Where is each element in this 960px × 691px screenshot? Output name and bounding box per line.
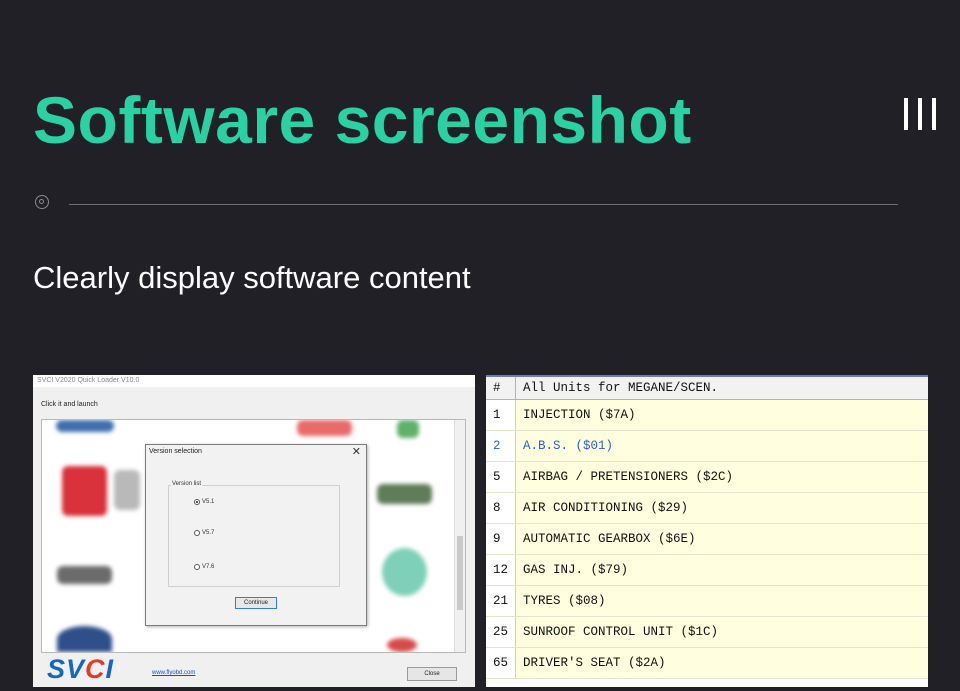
radio-icon: [194, 564, 200, 570]
unit-name: GAS INJ. ($79): [515, 554, 928, 586]
brand-logo-tile[interactable]: [57, 566, 112, 584]
loader-instruction: Click it and launch: [41, 401, 98, 408]
brand-logo-tile[interactable]: [62, 466, 107, 516]
menu-bars-icon[interactable]: [904, 98, 938, 132]
unit-name: DRIVER'S SEAT ($2A): [515, 647, 928, 679]
table-row[interactable]: 21 TYRES ($08): [486, 585, 928, 617]
column-header-units[interactable]: All Units for MEGANE/SCEN.: [515, 377, 928, 400]
continue-button[interactable]: Continue: [235, 597, 277, 609]
brand-logo-tile[interactable]: [377, 484, 432, 504]
radio-label: V5.7: [202, 530, 215, 536]
table-row[interactable]: 9 AUTOMATIC GEARBOX ($6E): [486, 523, 928, 555]
divider: [69, 204, 898, 205]
radio-version-1[interactable]: V5.1: [194, 499, 214, 505]
unit-name: AIR CONDITIONING ($29): [515, 492, 928, 524]
close-icon[interactable]: ✕: [352, 445, 361, 458]
target-circle-icon: [35, 195, 49, 209]
table-row[interactable]: 8 AIR CONDITIONING ($29): [486, 492, 928, 524]
unit-number: 21: [486, 585, 516, 617]
radio-icon: [194, 499, 200, 505]
table-row[interactable]: 5 AIRBAG / PRETENSIONERS ($2C): [486, 461, 928, 493]
unit-number: 5: [486, 461, 516, 493]
radio-icon: [194, 530, 200, 536]
unit-number: 8: [486, 492, 516, 524]
unit-name: TYRES ($08): [515, 585, 928, 617]
version-selection-dialog: Version selection ✕ Version list V5.1 V5…: [145, 444, 367, 626]
page-subtitle: Clearly display software content: [33, 260, 471, 295]
unit-number: 9: [486, 523, 516, 555]
brand-logo-tile[interactable]: [114, 470, 140, 510]
brand-logo-tile[interactable]: [397, 420, 419, 438]
brand-logo-tile[interactable]: [382, 548, 427, 596]
dialog-title: Version selection: [149, 448, 202, 455]
table-row[interactable]: 65 DRIVER'S SEAT ($2A): [486, 647, 928, 679]
radio-version-2[interactable]: V5.7: [194, 530, 214, 536]
radio-version-3[interactable]: V7.6: [194, 564, 214, 570]
brand-logo-tile[interactable]: [387, 638, 417, 652]
brand-logo-tile[interactable]: [57, 626, 112, 652]
table-row[interactable]: 25 SUNROOF CONTROL UNIT ($1C): [486, 616, 928, 648]
unit-number: 2: [486, 430, 516, 462]
unit-number: 65: [486, 647, 516, 679]
unit-name: AIRBAG / PRETENSIONERS ($2C): [515, 461, 928, 493]
radio-label: V7.6: [202, 564, 215, 570]
table-row[interactable]: 2 A.B.S. ($01): [486, 430, 928, 462]
svci-logo: SVCI: [47, 654, 115, 684]
table-row[interactable]: 12 GAS INJ. ($79): [486, 554, 928, 586]
website-link[interactable]: www.flyobd.com: [152, 670, 195, 676]
table-row[interactable]: 1 INJECTION ($7A): [486, 399, 928, 431]
close-button[interactable]: Close: [407, 667, 457, 681]
unit-number: 25: [486, 616, 516, 648]
unit-number: 12: [486, 554, 516, 586]
loader-scrollbar[interactable]: [454, 420, 465, 652]
unit-name: INJECTION ($7A): [515, 399, 928, 431]
version-list-label: Version list: [171, 481, 203, 487]
brand-logo-tile[interactable]: [56, 420, 114, 432]
unit-number: 1: [486, 399, 516, 431]
unit-name: AUTOMATIC GEARBOX ($6E): [515, 523, 928, 555]
loader-window-title: SVCI V2020 Quick Loader V10.0: [37, 377, 140, 384]
units-table: # All Units for MEGANE/SCEN. 1 INJECTION …: [486, 377, 928, 679]
column-header-number[interactable]: #: [486, 377, 516, 400]
page-title: Software screenshot: [33, 83, 692, 157]
radio-label: V5.1: [202, 499, 215, 505]
units-table-screenshot: # All Units for MEGANE/SCEN. 1 INJECTION …: [486, 375, 928, 687]
unit-name: A.B.S. ($01): [515, 430, 928, 462]
brand-logo-tile[interactable]: [297, 420, 352, 436]
unit-name: SUNROOF CONTROL UNIT ($1C): [515, 616, 928, 648]
